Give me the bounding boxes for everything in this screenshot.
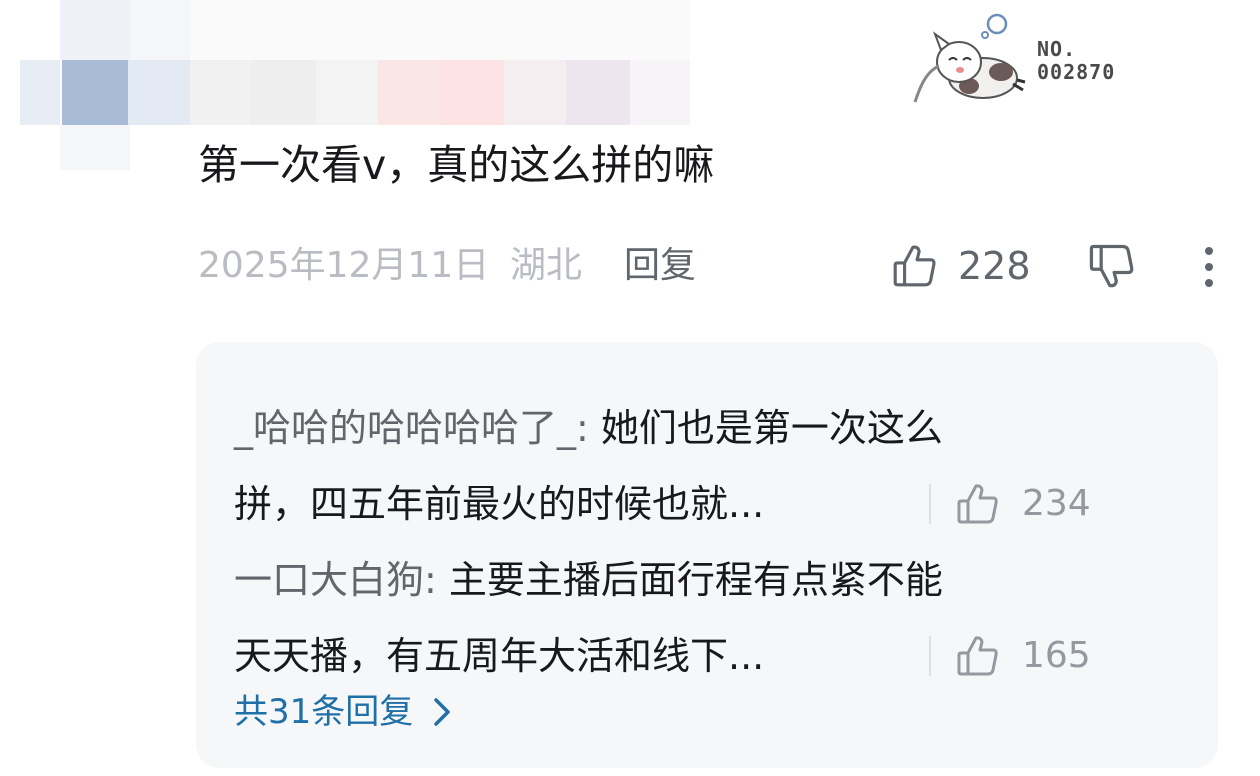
thumbs-down-icon [1089,244,1134,288]
comment-date: 2025年12月11日 [198,245,490,286]
divider [929,484,931,524]
blurred-user-info [0,0,700,170]
reply-item[interactable]: _哈哈的哈哈哈哈了_: 她们也是第一次这么 拼，四五年前最火的时候也就... 2… [234,390,1194,542]
chevron-right-icon [434,698,451,726]
badge-number: NO. 002870 [1037,38,1115,84]
badge-label-prefix: NO. [1037,37,1077,61]
like-count: 228 [958,244,1031,288]
more-options-button[interactable] [1194,242,1224,290]
comment-location: 湖北 [510,245,583,286]
view-all-replies-label: 共31条回复 [234,692,414,732]
reply-line: 一口大白狗: 主要主播后面行程有点紧不能 [234,542,1194,618]
reply-like-button[interactable]: 234 [954,466,1091,542]
reply-like-count: 165 [1022,635,1091,676]
decoration-badge: NO. 002870 [905,10,1165,110]
reply-text: 天天播，有五周年大活和线下... [234,634,765,678]
reply-line: 天天播，有五周年大活和线下... 165 [234,618,1194,694]
reply-button[interactable]: 回复 [624,242,696,290]
reply-item[interactable]: 一口大白狗: 主要主播后面行程有点紧不能 天天播，有五周年大活和线下... 16… [234,542,1194,694]
more-vertical-icon [1205,247,1213,287]
reply-text: 她们也是第一次这么 [588,406,943,450]
comment-meta-row: 2025年12月11日 湖北 回复 228 [198,238,1228,294]
reply-text: 主要主播后面行程有点紧不能 [436,558,943,602]
thumbs-up-icon [957,484,998,524]
reply-like-button[interactable]: 165 [954,618,1091,694]
reply-line: _哈哈的哈哈哈哈了_: 她们也是第一次这么 [234,390,1194,466]
reply-preview-box: _哈哈的哈哈哈哈了_: 她们也是第一次这么 拼，四五年前最火的时候也就... 2… [196,342,1218,768]
reply-text: 拼，四五年前最火的时候也就... [234,482,765,526]
reply-author[interactable]: 一口大白狗: [234,558,437,602]
reply-line: 拼，四五年前最火的时候也就... 234 [234,466,1194,542]
badge-number-value: 002870 [1037,60,1116,84]
dislike-button[interactable] [1086,240,1138,292]
comment-text: 第一次看v，真的这么拼的嘛 [198,141,715,189]
divider [929,636,931,676]
cartoon-mascot-icon [913,13,1026,103]
reply-like-count: 234 [1022,483,1091,524]
thumbs-up-icon [957,636,998,676]
view-all-replies-link[interactable]: 共31条回复 [234,688,459,736]
thumbs-up-icon [893,245,936,287]
reply-author[interactable]: _哈哈的哈哈哈哈了_: [234,406,589,450]
like-button[interactable]: 228 [890,238,1031,294]
